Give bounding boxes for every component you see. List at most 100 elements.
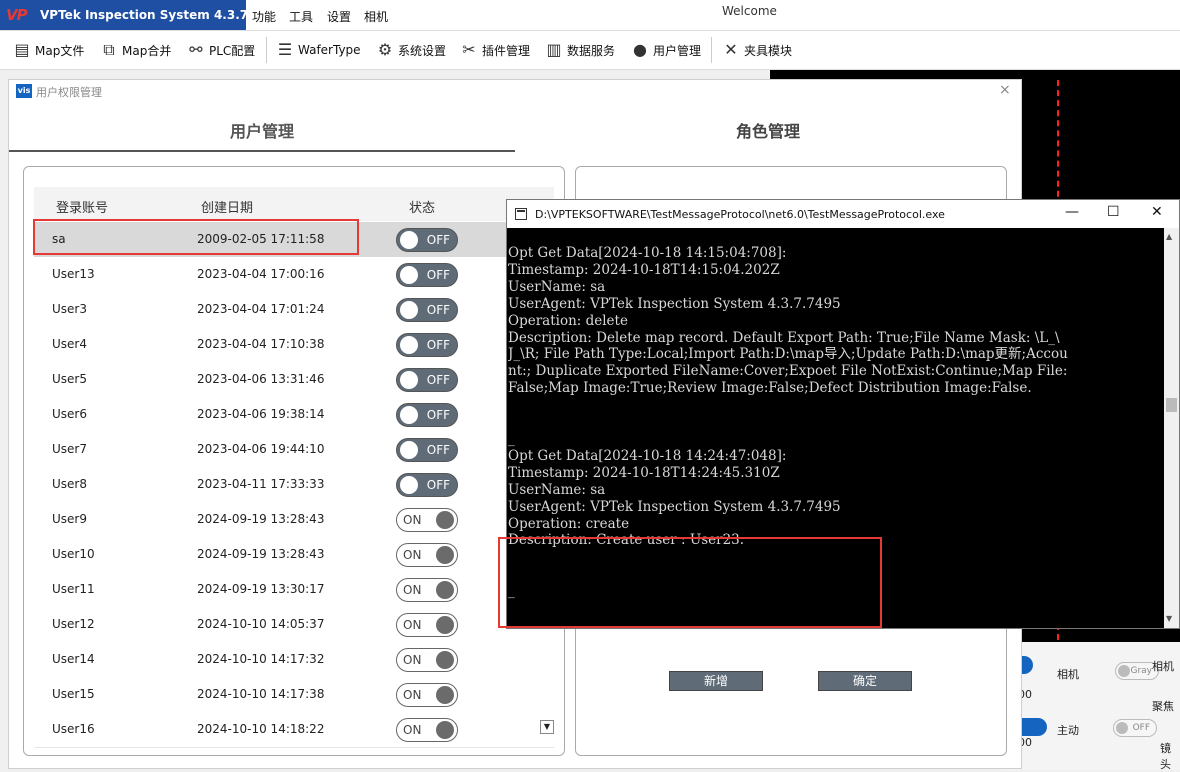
close-button[interactable]: ✕ [1151,204,1163,220]
column-created-date: 创建日期 [201,201,254,216]
status-toggle[interactable]: OFF [396,438,458,462]
user-row[interactable]: User14 2024-10-10 14:17:32 ON [34,642,554,678]
selected-row-highlight [33,219,359,255]
user-row[interactable]: User16 2024-10-10 14:18:22 ON [34,712,554,748]
minimize-button[interactable]: — [1065,204,1079,220]
user-row[interactable]: User4 2023-04-04 17:10:38 OFF [34,327,554,363]
tab-role-management[interactable]: 角色管理 [515,118,1021,142]
status-toggle[interactable]: ON [396,683,458,707]
toggle-knob [436,546,454,564]
menu-function[interactable]: 功能 [252,8,276,25]
user-created-date: 2024-10-10 14:17:38 [197,687,325,701]
user-created-date: 2024-10-10 14:17:32 [197,652,325,666]
dialog-close-button[interactable]: × [999,82,1011,98]
menu-camera[interactable]: 相机 [364,8,388,25]
welcome-text: Welcome [722,4,777,18]
system-settings-button[interactable]: ⚙ 系统设置 [375,38,446,62]
toggle-knob [436,616,454,634]
status-toggle[interactable]: OFF [396,473,458,497]
app-title: VPTek Inspection System 4.3.7.7495 [40,8,287,22]
toggle-label: OFF [426,443,450,457]
tab-user-management[interactable]: 用户管理 [9,118,515,142]
status-toggle[interactable]: ON [396,718,458,742]
user-row[interactable]: User3 2023-04-04 17:01:24 OFF [34,292,554,328]
data-service-button[interactable]: ▥ 数据服务 [544,38,615,62]
gear-icon: ⚙ [377,40,393,59]
user-row[interactable]: User7 2023-04-06 19:44:10 OFF [34,432,554,468]
user-table-header: 登录账号 创建日期 状态 [34,187,554,221]
toggle-label: OFF [426,408,450,422]
user-row[interactable]: User13 2023-04-04 17:00:16 OFF [34,257,554,293]
scrollbar-thumb[interactable] [1166,398,1177,412]
plc-config-button[interactable]: ⚯ PLC配置 [186,38,255,62]
status-toggle[interactable]: OFF [396,403,458,427]
user-account: User5 [52,372,87,386]
status-toggle[interactable]: OFF [396,333,458,357]
user-row[interactable]: User5 2023-04-06 13:31:46 OFF [34,362,554,398]
status-toggle[interactable]: OFF [396,368,458,392]
status-toggle[interactable]: ON [396,508,458,532]
user-created-date: 2024-10-10 14:05:37 [197,617,325,631]
user-created-date: 2023-04-11 17:33:33 [197,477,325,491]
menu-tools[interactable]: 工具 [289,8,313,25]
console-titlebar: D:\VPTEKSOFTWARE\TestMessageProtocol\net… [507,200,1179,228]
plugin-management-button[interactable]: ✂ 插件管理 [459,38,530,62]
vis-app-icon: vis [16,84,32,98]
toggle-knob [436,581,454,599]
maximize-button[interactable]: ☐ [1107,204,1120,220]
toggle-label: ON [403,583,422,597]
confirm-button[interactable]: 确定 [818,671,912,691]
main-toolbar: ▤ Map文件 ⧉ Map合并 ⚯ PLC配置 ☰ WaferType ⚙ 系统… [0,31,1180,70]
scroll-down-icon[interactable]: ▼ [1166,614,1172,623]
status-toggle[interactable]: ON [396,613,458,637]
document-icon: ▤ [14,40,30,59]
user-row[interactable]: User11 2024-09-19 13:30:17 ON [34,572,554,608]
menu-settings[interactable]: 设置 [327,8,351,25]
scroll-up-icon[interactable]: ▲ [1166,232,1172,241]
toggle-label: ON [403,513,422,527]
user-row[interactable]: User9 2024-09-19 13:28:43 ON [34,502,554,538]
active-toggle[interactable]: OFF [1113,719,1157,737]
toggle-knob [436,721,454,739]
status-toggle[interactable]: OFF [396,263,458,287]
user-created-date: 2024-09-19 13:28:43 [197,547,325,561]
add-role-button[interactable]: 新增 [669,671,763,691]
status-toggle[interactable]: ON [396,543,458,567]
user-management-button[interactable]: ● 用户管理 [630,38,701,62]
output-highlight-box [498,537,882,628]
user-row[interactable]: User10 2024-09-19 13:28:43 ON [34,537,554,573]
status-toggle[interactable]: OFF [396,298,458,322]
toggle-label: ON [403,548,422,562]
map-merge-button[interactable]: ⧉ Map合并 [99,38,171,62]
user-row[interactable]: User12 2024-10-10 14:05:37 ON [34,607,554,643]
toolbar-separator [711,37,712,63]
focus-label: 聚焦 [1152,700,1174,713]
fixture-module-button[interactable]: ✕ 夹具模块 [721,38,792,62]
map-merge-label: Map合并 [122,43,172,58]
toggle-knob [436,686,454,704]
status-toggle[interactable]: ON [396,578,458,602]
wafer-type-button[interactable]: ☰ WaferType [275,38,361,62]
user-row[interactable]: User6 2023-04-06 19:38:14 OFF [34,397,554,433]
toggle-knob [436,511,454,529]
user-created-date: 2023-04-06 19:44:10 [197,442,325,456]
user-account: User7 [52,442,87,456]
wrench-icon: ✕ [724,40,738,59]
status-toggle[interactable]: OFF [396,228,458,252]
user-management-label: 用户管理 [653,43,702,58]
user-account: User10 [52,547,95,561]
user-row[interactable]: User15 2024-10-10 14:17:38 ON [34,677,554,713]
toggle-label: OFF [426,233,450,247]
map-file-button[interactable]: ▤ Map文件 [12,38,84,62]
user-created-date: 2024-10-10 14:18:22 [197,722,325,736]
app-title-area: VP VPTek Inspection System 4.3.7.7495 [0,0,286,30]
toggle-knob [400,301,418,319]
vptek-logo: VP [6,6,28,24]
console-scrollbar[interactable]: ▲ ▼ [1164,228,1179,628]
user-row[interactable]: User8 2023-04-11 17:33:33 OFF [34,467,554,503]
user-account: User8 [52,477,87,491]
scroll-down-arrow[interactable]: ▼ [540,720,554,734]
toggle-knob [436,651,454,669]
user-account: User9 [52,512,87,526]
status-toggle[interactable]: ON [396,648,458,672]
